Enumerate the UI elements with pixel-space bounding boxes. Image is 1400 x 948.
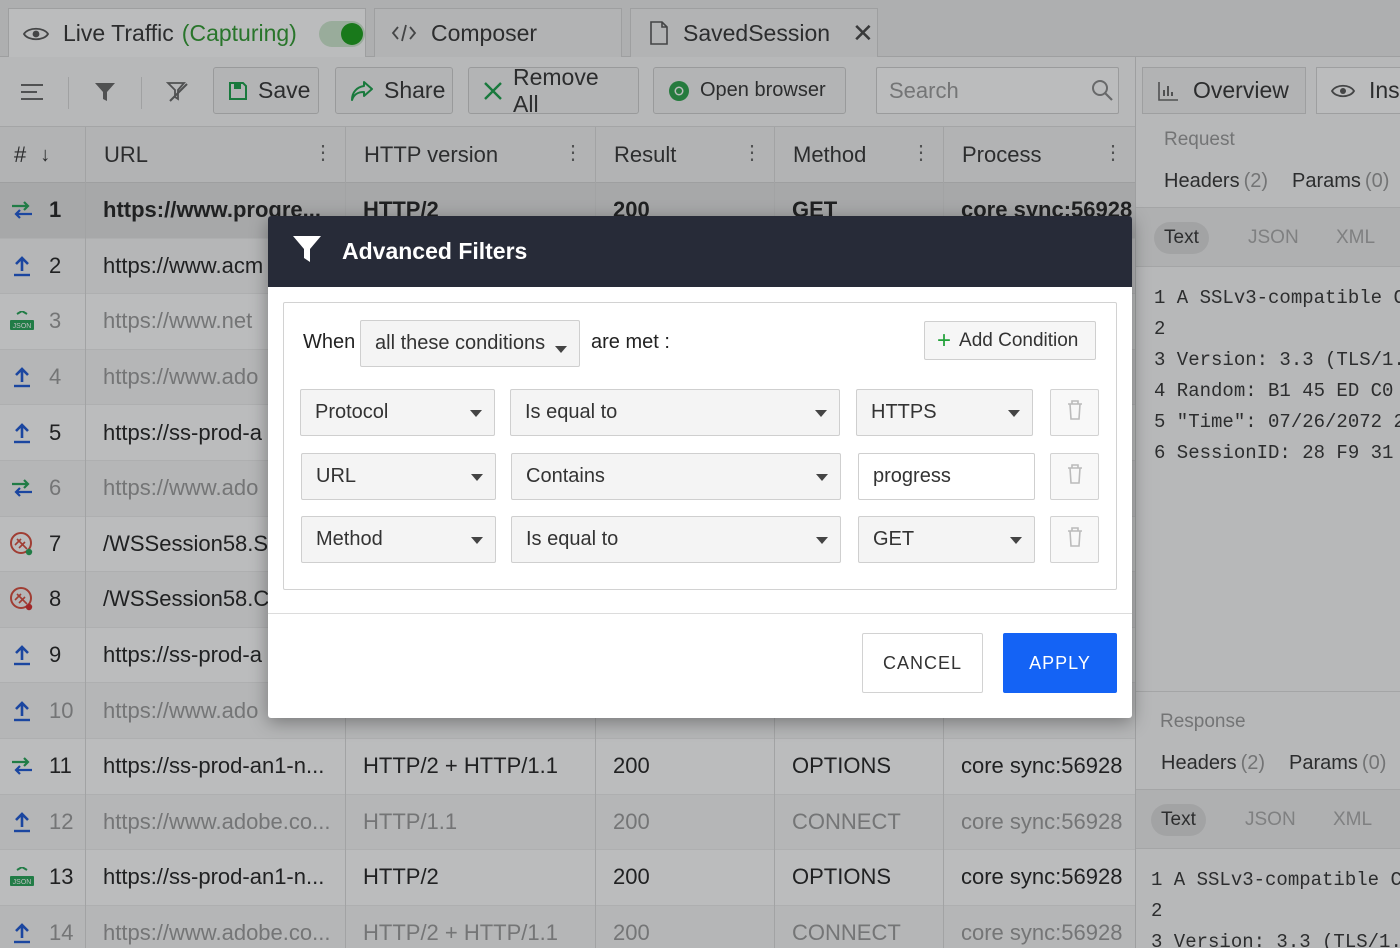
condition-operator-select[interactable]: Is equal to (510, 389, 840, 436)
condition-field-value: URL (316, 465, 357, 487)
trash-icon (1067, 527, 1083, 552)
advanced-filters-dialog: Advanced Filters When all these conditio… (268, 216, 1132, 718)
chevron-down-icon (470, 410, 482, 417)
condition-operator-value: Contains (526, 465, 605, 487)
condition-field-select[interactable]: Protocol (300, 389, 495, 436)
condition-mode-value: all these conditions (375, 332, 546, 354)
dialog-header: Advanced Filters (268, 216, 1132, 287)
delete-condition-button[interactable] (1050, 389, 1099, 436)
add-condition-button[interactable]: + Add Condition (924, 321, 1096, 360)
condition-value: progress (873, 465, 951, 487)
chevron-down-icon (816, 474, 828, 481)
condition-value-input[interactable]: progress (858, 453, 1035, 500)
cancel-button[interactable]: CANCEL (862, 633, 983, 693)
chevron-down-icon (471, 537, 483, 544)
condition-field-value: Protocol (315, 401, 389, 423)
condition-field-select[interactable]: Method (301, 516, 496, 563)
condition-value: HTTPS (871, 401, 937, 423)
chevron-down-icon (471, 474, 483, 481)
conditions-panel: When all these conditions are met : + Ad… (283, 302, 1117, 590)
are-met-label: are met : (591, 331, 670, 353)
condition-mode-select[interactable]: all these conditions (360, 320, 580, 367)
condition-value-select[interactable]: HTTPS (856, 389, 1033, 436)
condition-operator-value: Is equal to (526, 528, 619, 550)
condition-operator-select[interactable]: Contains (511, 453, 841, 500)
plus-icon: + (937, 326, 952, 354)
condition-value: GET (873, 528, 915, 550)
dialog-footer-divider (268, 613, 1132, 614)
delete-condition-button[interactable] (1050, 516, 1099, 563)
trash-icon (1067, 400, 1083, 425)
chevron-down-icon (1010, 537, 1022, 544)
condition-field-value: Method (316, 528, 383, 550)
dialog-title: Advanced Filters (342, 238, 528, 264)
condition-operator-select[interactable]: Is equal to (511, 516, 841, 563)
delete-condition-button[interactable] (1050, 453, 1099, 500)
chevron-down-icon (816, 537, 828, 544)
chevron-down-icon (555, 346, 567, 353)
chevron-down-icon (815, 410, 827, 417)
condition-field-select[interactable]: URL (301, 453, 496, 500)
when-label: When (303, 331, 356, 353)
condition-value-select[interactable]: GET (858, 516, 1035, 563)
filter-icon (292, 234, 322, 269)
trash-icon (1067, 464, 1083, 489)
condition-operator-value: Is equal to (525, 401, 618, 423)
chevron-down-icon (1008, 410, 1020, 417)
apply-button[interactable]: APPLY (1003, 633, 1117, 693)
add-condition-label: Add Condition (959, 329, 1079, 351)
